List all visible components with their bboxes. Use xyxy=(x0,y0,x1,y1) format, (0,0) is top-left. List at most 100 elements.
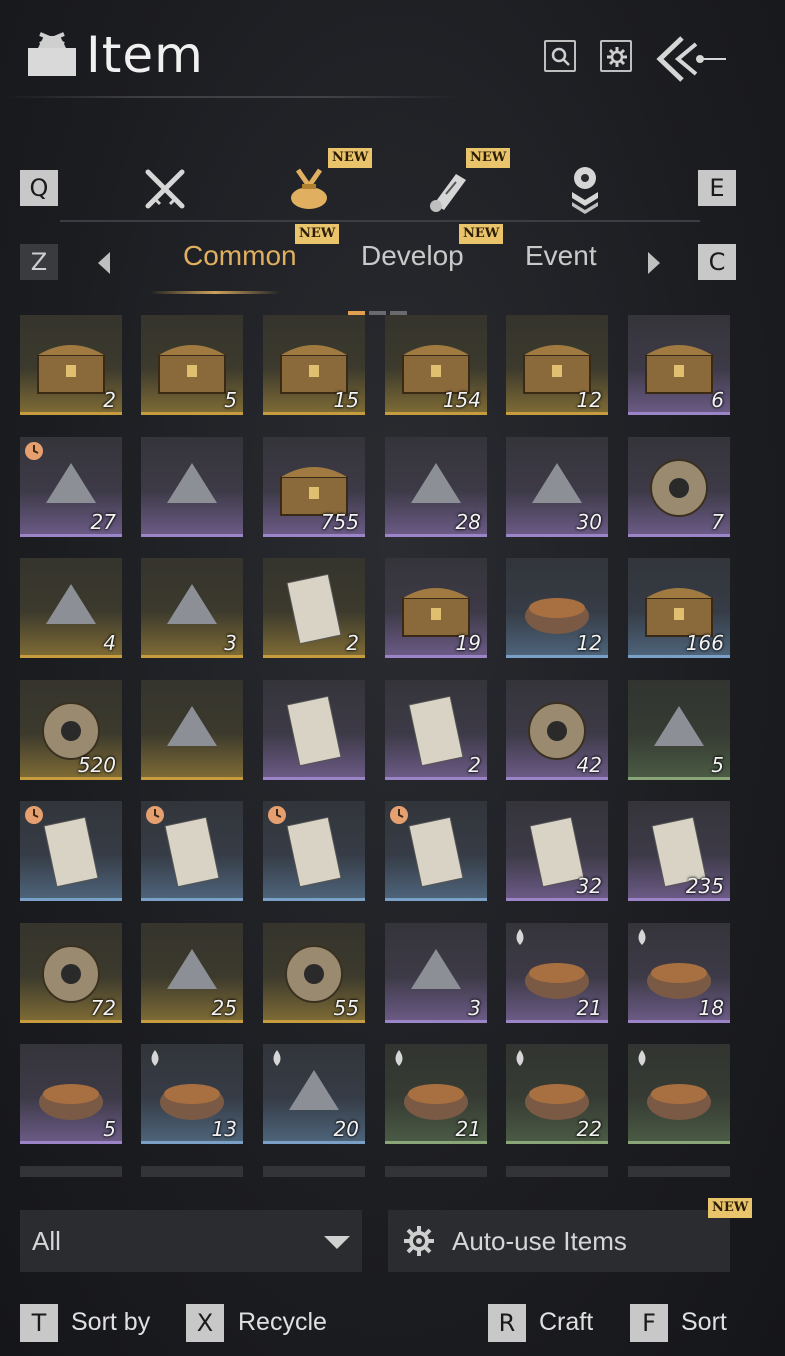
next-subtab-key[interactable]: C xyxy=(698,244,736,280)
item-slot-stew-pot[interactable]: 21 xyxy=(506,923,608,1023)
item-slot-gold-flakes[interactable]: 5 xyxy=(628,680,730,780)
item-slot-partial[interactable] xyxy=(506,1166,608,1177)
clock-icon xyxy=(268,806,286,824)
active-tab-underline xyxy=(150,291,280,294)
sort-label[interactable]: Sort xyxy=(681,1308,727,1337)
item-count: 755 xyxy=(320,510,359,534)
item-slot-metal-chest[interactable]: 30 xyxy=(506,437,608,537)
subtab-right-arrow-icon[interactable] xyxy=(648,252,660,274)
rarity-background xyxy=(141,1166,243,1177)
item-slot-chest-iron[interactable]: 6 xyxy=(628,315,730,415)
new-badge: NEW xyxy=(708,1198,753,1218)
filter-dropdown[interactable]: All xyxy=(20,1210,362,1272)
gift-bundle-icon xyxy=(167,463,217,503)
inventory-bag-icon xyxy=(28,32,76,76)
search-button[interactable] xyxy=(544,40,576,72)
item-slot-porcelain-jar[interactable]: 12 xyxy=(506,558,608,658)
item-slot-pearl-stand[interactable]: 27 xyxy=(20,437,122,537)
scroll-icon[interactable] xyxy=(424,164,474,214)
auto-use-items-button[interactable]: Auto-use Items xyxy=(388,1210,730,1272)
gem-stack-icon[interactable] xyxy=(560,164,610,214)
back-icon[interactable] xyxy=(656,34,728,84)
item-slot-horse-card[interactable] xyxy=(20,801,122,901)
item-slot-red-booklet[interactable]: 2 xyxy=(263,558,365,658)
item-slot-ribs[interactable]: 20 xyxy=(263,1044,365,1144)
red-tag-icon xyxy=(286,695,342,767)
item-slot-opal-stone[interactable]: 3 xyxy=(385,923,487,1023)
item-slot-black-card[interactable]: 2 xyxy=(385,680,487,780)
item-slot-bird-chest[interactable]: 28 xyxy=(385,437,487,537)
item-slot-chest-ore[interactable]: 154 xyxy=(385,315,487,415)
item-count: 12 xyxy=(576,631,602,655)
pouch-icon[interactable] xyxy=(284,164,334,214)
recycle-key[interactable]: X xyxy=(186,1304,224,1342)
item-slot-partial[interactable] xyxy=(628,1166,730,1177)
item-slot-gold-ingot[interactable]: 25 xyxy=(141,923,243,1023)
settings-button[interactable] xyxy=(600,40,632,72)
search-icon xyxy=(551,47,570,66)
item-slot-gem-box[interactable]: 19 xyxy=(385,558,487,658)
item-count: 154 xyxy=(442,388,481,412)
title-underline xyxy=(0,96,460,98)
item-slot-chest-armor[interactable]: 12 xyxy=(506,315,608,415)
item-slot-partial[interactable] xyxy=(263,1166,365,1177)
item-slot-jade-ring[interactable]: 520 xyxy=(20,680,122,780)
sort-by-key[interactable]: T xyxy=(20,1304,58,1342)
item-slot-cat-coin[interactable]: 55 xyxy=(263,923,365,1023)
item-slot-pigment-box[interactable]: 166 xyxy=(628,558,730,658)
tab-develop[interactable]: Develop xyxy=(361,240,464,272)
chevron-down-icon xyxy=(324,1236,350,1249)
item-slot-flower-envelope[interactable]: 235 xyxy=(628,801,730,901)
item-slot-dove-coin[interactable]: 42 xyxy=(506,680,608,780)
item-slot-partial[interactable] xyxy=(20,1166,122,1177)
item-slot-chest-shell[interactable]: 5 xyxy=(141,315,243,415)
item-slot-noodle-bowl[interactable] xyxy=(628,1044,730,1144)
item-count: 25 xyxy=(211,996,237,1020)
item-slot-gift-bundle[interactable] xyxy=(141,437,243,537)
new-badge: NEW xyxy=(328,148,373,168)
item-slot-plum-envelope[interactable]: 32 xyxy=(506,801,608,901)
item-slot-chest-jade[interactable]: 15 xyxy=(263,315,365,415)
rarity-background xyxy=(20,1166,122,1177)
next-category-key[interactable]: E xyxy=(698,170,736,206)
item-slot-mushroom-dish[interactable]: 21 xyxy=(385,1044,487,1144)
prev-category-key[interactable]: Q xyxy=(20,170,58,206)
item-slot-partial[interactable] xyxy=(141,1166,243,1177)
clock-icon xyxy=(25,806,43,824)
header: Item xyxy=(0,0,785,120)
item-slot-dog-card[interactable] xyxy=(141,801,243,901)
item-slot-clay-pot[interactable]: 18 xyxy=(628,923,730,1023)
item-count: 2 xyxy=(103,388,116,412)
item-slot-wine-jar[interactable]: 5 xyxy=(20,1044,122,1144)
item-slot-carved-box[interactable]: 755 xyxy=(263,437,365,537)
item-slot-cat-bell[interactable]: 72 xyxy=(20,923,122,1023)
item-slot-chest-heart[interactable]: 2 xyxy=(20,315,122,415)
prev-subtab-key[interactable]: Z xyxy=(20,244,58,280)
sort-key[interactable]: F xyxy=(630,1304,668,1342)
item-slot-brush-paper[interactable]: 3 xyxy=(141,558,243,658)
recycle-label[interactable]: Recycle xyxy=(238,1308,327,1337)
craft-label[interactable]: Craft xyxy=(539,1308,593,1337)
item-slot-mist-scroll[interactable]: 4 xyxy=(20,558,122,658)
item-count: 15 xyxy=(333,388,359,412)
water-drop-icon xyxy=(516,929,524,945)
crossed-swords-icon[interactable] xyxy=(140,164,190,214)
item-slot-cow-card[interactable] xyxy=(263,801,365,901)
item-slot-egg-plate[interactable]: 13 xyxy=(141,1044,243,1144)
sort-by-label[interactable]: Sort by xyxy=(71,1308,150,1337)
item-slot-mountain-token[interactable]: 7 xyxy=(628,437,730,537)
item-count: 27 xyxy=(90,510,116,534)
tab-common[interactable]: Common xyxy=(183,240,297,272)
item-count: 7 xyxy=(711,510,724,534)
item-slot-red-tag[interactable] xyxy=(263,680,365,780)
tab-event[interactable]: Event xyxy=(525,240,597,272)
item-slot-soup-bowl[interactable]: 22 xyxy=(506,1044,608,1144)
iron-tablet-icon xyxy=(167,706,217,746)
water-drop-icon xyxy=(638,1050,646,1066)
item-slot-partial[interactable] xyxy=(385,1166,487,1177)
item-slot-goose-card[interactable] xyxy=(385,801,487,901)
subtab-left-arrow-icon[interactable] xyxy=(98,252,110,274)
water-drop-icon xyxy=(516,1050,524,1066)
craft-key[interactable]: R xyxy=(488,1304,526,1342)
item-slot-iron-tablet[interactable] xyxy=(141,680,243,780)
